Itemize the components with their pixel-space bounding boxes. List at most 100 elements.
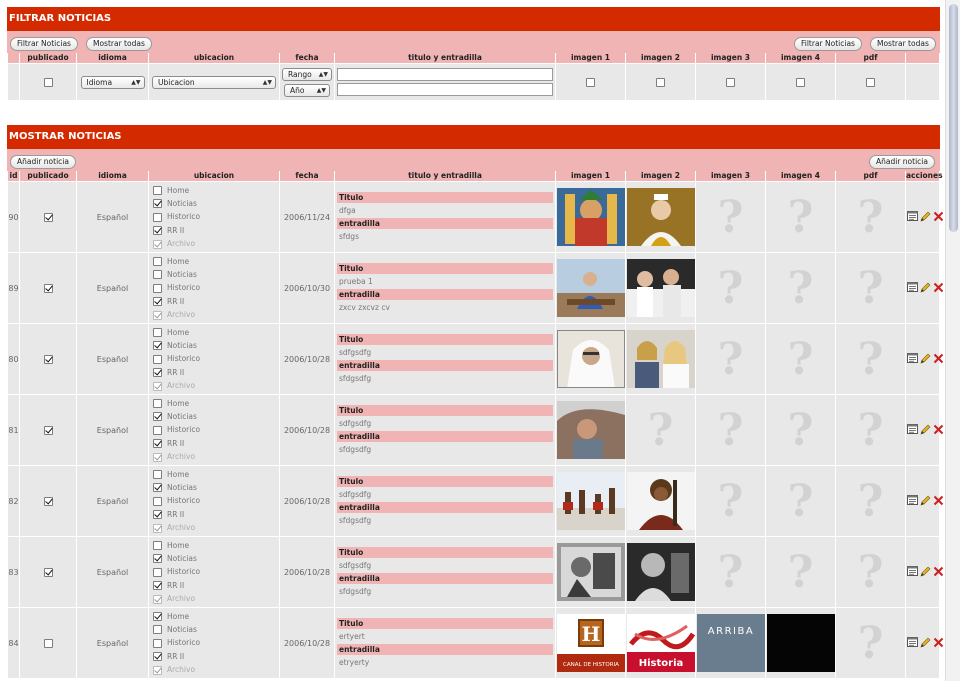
ubicacion-checkbox[interactable] bbox=[153, 328, 162, 338]
delete-x-icon[interactable] bbox=[933, 637, 944, 650]
row-titulo-cell: Titulo sdfgsdfg entradilla sfdgsdfg bbox=[335, 395, 555, 465]
add-news-button-right[interactable]: Añadir noticia bbox=[869, 155, 935, 169]
filter-news-button[interactable]: Filtrar Noticias bbox=[10, 37, 78, 51]
preview-icon[interactable] bbox=[907, 566, 918, 578]
ubicacion-label: Historico bbox=[167, 425, 201, 435]
delete-x-icon[interactable] bbox=[933, 211, 944, 224]
ubicacion-checkbox[interactable] bbox=[153, 567, 162, 577]
row-id: 89 bbox=[8, 253, 19, 323]
img-pope-thumbnail[interactable] bbox=[626, 188, 695, 246]
img-lawrence-thumbnail[interactable] bbox=[556, 330, 625, 388]
ubicacion-checkbox[interactable] bbox=[153, 483, 162, 493]
page-scrollbar[interactable] bbox=[945, 0, 960, 681]
ubicacion-checkbox[interactable] bbox=[153, 283, 162, 293]
img-arriba-thumbnail[interactable]: ARRIBA bbox=[696, 614, 765, 672]
filter-imagen1-checkbox[interactable] bbox=[586, 77, 595, 87]
ubicacion-checkbox[interactable] bbox=[153, 341, 162, 351]
imagen4-placeholder-icon: ? bbox=[787, 333, 814, 385]
publicado-checkbox[interactable] bbox=[43, 354, 53, 364]
anio-select[interactable]: Año ▲▼ bbox=[284, 83, 330, 97]
edit-pencil-icon[interactable] bbox=[920, 282, 931, 295]
entradilla-filter-input[interactable] bbox=[337, 83, 553, 96]
ubicacion-checkbox[interactable] bbox=[153, 212, 162, 222]
edit-pencil-icon[interactable] bbox=[920, 353, 931, 366]
img-history-logo-thumbnail[interactable]: H CANAL DE HISTORIA bbox=[556, 614, 625, 672]
ubicacion-checkbox[interactable] bbox=[153, 638, 162, 648]
edit-pencil-icon[interactable] bbox=[920, 424, 931, 437]
filter-imagen4-checkbox[interactable] bbox=[796, 77, 805, 87]
img-black-thumbnail[interactable] bbox=[766, 614, 835, 672]
edit-pencil-icon[interactable] bbox=[920, 637, 931, 650]
delete-x-icon[interactable] bbox=[933, 424, 944, 437]
publicado-checkbox[interactable] bbox=[43, 283, 53, 293]
ubicacion-checkbox[interactable] bbox=[153, 425, 162, 435]
ubicacion-checkbox[interactable] bbox=[153, 257, 162, 267]
filter-header-row: publicado idioma ubicacion fecha titulo … bbox=[8, 53, 939, 63]
rango-select[interactable]: Rango ▲▼ bbox=[282, 67, 332, 81]
preview-icon[interactable] bbox=[907, 282, 918, 294]
add-news-button[interactable]: Añadir noticia bbox=[10, 155, 76, 169]
ubicacion-checkbox[interactable] bbox=[153, 496, 162, 506]
row-fecha: 2006/10/28 bbox=[280, 324, 334, 394]
preview-icon[interactable] bbox=[907, 424, 918, 436]
img-picasso-thumbnail[interactable] bbox=[556, 543, 625, 601]
img-couple-thumbnail[interactable] bbox=[626, 330, 695, 388]
publicado-checkbox[interactable] bbox=[43, 496, 53, 506]
ubicacion-checkbox[interactable] bbox=[153, 554, 162, 564]
preview-icon[interactable] bbox=[907, 637, 918, 649]
ubicacion-checkbox[interactable] bbox=[153, 541, 162, 551]
img-dancers-thumbnail[interactable] bbox=[556, 472, 625, 530]
publicado-checkbox[interactable] bbox=[43, 567, 53, 577]
show-all-button-right[interactable]: Mostrar todas bbox=[870, 37, 936, 51]
preview-icon[interactable] bbox=[907, 211, 918, 223]
ubicacion-checkbox[interactable] bbox=[153, 470, 162, 480]
img-man-boat-thumbnail[interactable] bbox=[556, 259, 625, 317]
delete-x-icon[interactable] bbox=[933, 353, 944, 366]
img-bw-portrait-thumbnail[interactable] bbox=[626, 543, 695, 601]
scrollbar-thumb[interactable] bbox=[949, 4, 958, 232]
ubicacion-checkbox[interactable] bbox=[153, 270, 162, 280]
ubicacion-checkbox[interactable] bbox=[153, 354, 162, 364]
ubicacion-checkbox[interactable] bbox=[153, 652, 162, 662]
edit-pencil-icon[interactable] bbox=[920, 211, 931, 224]
ubicacion-checkbox bbox=[153, 665, 162, 675]
img-warrior-thumbnail[interactable] bbox=[626, 472, 695, 530]
idioma-select[interactable]: Idioma ▲▼ bbox=[80, 75, 145, 89]
ubicacion-checkbox[interactable] bbox=[153, 412, 162, 422]
show-all-button[interactable]: Mostrar todas bbox=[86, 37, 152, 51]
ubicacion-select[interactable]: Ubicacion ▲▼ bbox=[152, 75, 276, 89]
img-child-thumbnail[interactable] bbox=[556, 401, 625, 459]
filter-pdf-checkbox[interactable] bbox=[866, 77, 875, 87]
ubicacion-checkbox[interactable] bbox=[153, 297, 162, 307]
publicado-checkbox[interactable] bbox=[43, 212, 53, 222]
filter-imagen2-checkbox[interactable] bbox=[656, 77, 665, 87]
filter-news-button-right[interactable]: Filtrar Noticias bbox=[794, 37, 862, 51]
delete-x-icon[interactable] bbox=[933, 566, 944, 579]
edit-pencil-icon[interactable] bbox=[920, 495, 931, 508]
entradilla-label: entradilla bbox=[337, 573, 553, 584]
ubicacion-checkbox[interactable] bbox=[153, 612, 162, 622]
ubicacion-checkbox[interactable] bbox=[153, 199, 162, 209]
ubicacion-checkbox[interactable] bbox=[153, 625, 162, 635]
img-group-thumbnail[interactable] bbox=[626, 259, 695, 317]
publicado-checkbox[interactable] bbox=[43, 425, 53, 435]
ubicacion-checkbox[interactable] bbox=[153, 581, 162, 591]
edit-pencil-icon[interactable] bbox=[920, 566, 931, 579]
table-row: 89 Español Home Noticias Historico RR II Archi… bbox=[8, 253, 944, 323]
filter-imagen3-checkbox[interactable] bbox=[726, 77, 735, 87]
ubicacion-checkbox[interactable] bbox=[153, 186, 162, 196]
img-buddhist-thumbnail[interactable] bbox=[556, 188, 625, 246]
img-historia-thumbnail[interactable]: Historia bbox=[626, 614, 695, 672]
ubicacion-checkbox[interactable] bbox=[153, 510, 162, 520]
filter-publicado-checkbox[interactable] bbox=[43, 77, 53, 87]
publicado-checkbox[interactable] bbox=[43, 638, 53, 648]
preview-icon[interactable] bbox=[907, 353, 918, 365]
preview-icon[interactable] bbox=[907, 495, 918, 507]
ubicacion-checkbox[interactable] bbox=[153, 439, 162, 449]
ubicacion-checkbox[interactable] bbox=[153, 399, 162, 409]
ubicacion-checkbox[interactable] bbox=[153, 226, 162, 236]
delete-x-icon[interactable] bbox=[933, 282, 944, 295]
ubicacion-checkbox[interactable] bbox=[153, 368, 162, 378]
delete-x-icon[interactable] bbox=[933, 495, 944, 508]
titulo-filter-input[interactable] bbox=[337, 68, 553, 81]
